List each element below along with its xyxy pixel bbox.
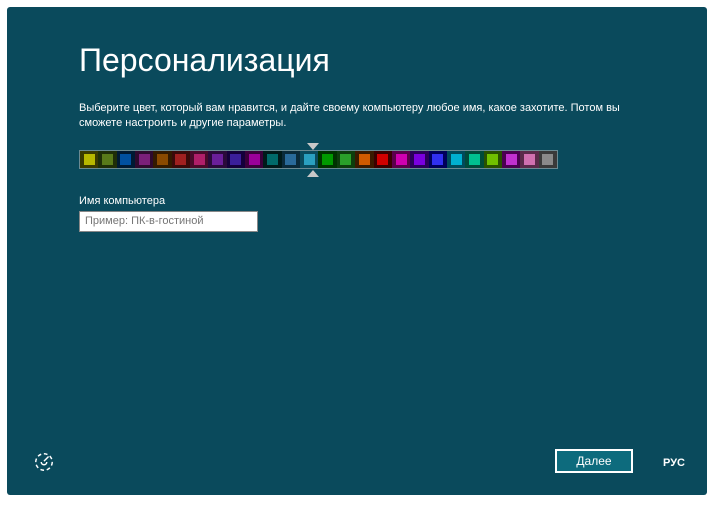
color-swatch[interactable] [539, 151, 557, 168]
color-swatch[interactable] [190, 151, 208, 168]
next-button[interactable]: Далее [555, 449, 633, 473]
input-language-indicator[interactable]: РУС [663, 457, 685, 469]
slider-pointer-bottom [307, 170, 319, 177]
color-swatch[interactable] [484, 151, 502, 168]
color-swatch[interactable] [520, 151, 538, 168]
setup-window: Персонализация Выберите цвет, который ва… [7, 7, 707, 495]
color-swatch[interactable] [447, 151, 465, 168]
pc-name-input[interactable] [79, 211, 258, 232]
color-swatch[interactable] [392, 151, 410, 168]
color-swatch[interactable] [337, 151, 355, 168]
color-swatch[interactable] [117, 151, 135, 168]
color-swatch[interactable] [227, 151, 245, 168]
color-swatch[interactable] [263, 151, 281, 168]
color-swatch[interactable] [98, 151, 116, 168]
color-swatch[interactable] [282, 151, 300, 168]
color-swatch[interactable] [502, 151, 520, 168]
color-swatch[interactable] [410, 151, 428, 168]
color-swatch[interactable] [355, 151, 373, 168]
pc-name-label: Имя компьютера [79, 195, 635, 207]
page-title: Персонализация [79, 42, 635, 79]
color-swatch[interactable] [465, 151, 483, 168]
slider-pointer-top [307, 143, 319, 150]
color-swatch[interactable] [208, 151, 226, 168]
description-text: Выберите цвет, который вам нравится, и д… [79, 101, 635, 132]
content-area: Персонализация Выберите цвет, который ва… [7, 7, 707, 232]
color-slider[interactable] [79, 150, 558, 169]
color-swatch[interactable] [318, 151, 336, 168]
color-swatch[interactable] [172, 151, 190, 168]
color-swatch[interactable] [374, 151, 392, 168]
color-swatch[interactable] [135, 151, 153, 168]
color-swatch[interactable] [80, 151, 98, 168]
color-swatch[interactable] [245, 151, 263, 168]
color-swatch[interactable] [300, 151, 318, 168]
color-slider-wrap [79, 150, 558, 169]
color-swatch[interactable] [429, 151, 447, 168]
ease-of-access-icon[interactable] [33, 451, 55, 473]
color-swatch[interactable] [153, 151, 171, 168]
footer-bar: Далее РУС [7, 441, 707, 495]
